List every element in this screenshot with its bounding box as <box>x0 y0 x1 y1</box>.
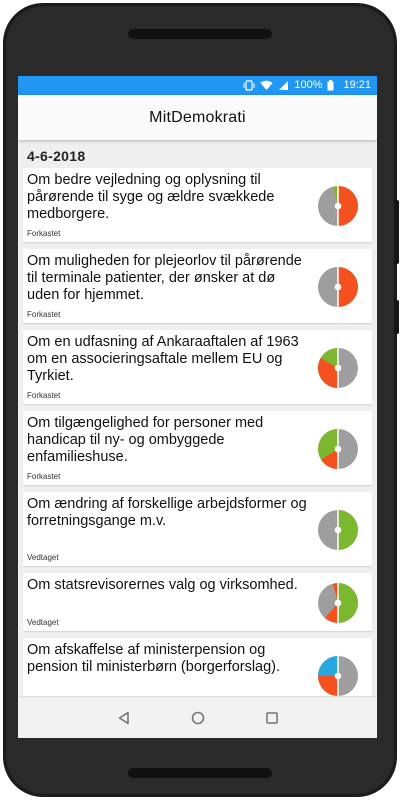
proposal-title: Om ændring af forskellige arbejdsformer … <box>27 496 307 529</box>
battery-percentage: 100% <box>294 79 323 91</box>
proposal-card[interactable]: Om muligheden for plejeorlov til pårøren… <box>23 249 372 323</box>
proposal-title: Om en udfasning af Ankaraaftalen af 1963… <box>27 334 299 384</box>
recents-button[interactable] <box>260 706 284 730</box>
proposal-title: Om statsrevisorernes valg og virksomhed. <box>27 577 298 593</box>
proposal-status: Forkastet <box>27 310 61 319</box>
volume-button[interactable] <box>394 200 399 264</box>
proposal-card[interactable]: Om statsrevisorernes valg og virksomhed.… <box>23 573 372 631</box>
proposal-title: Om afskaffelse af ministerpension og pen… <box>27 642 281 675</box>
proposal-card[interactable]: Om tilgængelighed for personer med handi… <box>23 411 372 485</box>
signal-icon <box>278 80 289 91</box>
system-nav-bar <box>18 696 377 738</box>
vote-pie-chart <box>318 509 358 551</box>
app-bar: MitDemokrati <box>18 95 377 140</box>
proposal-title: Om muligheden for plejeorlov til pårøren… <box>27 253 302 303</box>
phone-frame: 100% 19:21 MitDemokrati 4-6-2018 Om bedr… <box>0 0 400 800</box>
proposal-status: Vedtaget <box>27 553 59 562</box>
recents-square-icon <box>266 712 278 724</box>
proposal-status: Forkastet <box>27 391 61 400</box>
proposal-status: Forkastet <box>27 229 61 238</box>
proposal-list[interactable]: 4-6-2018 Om bedre vejledning og oplysnin… <box>18 140 377 696</box>
top-speaker <box>128 29 272 39</box>
vote-pie-chart <box>318 185 358 227</box>
wifi-icon <box>260 80 273 91</box>
proposal-status: Forkastet <box>27 472 61 481</box>
vibrate-icon <box>243 79 255 91</box>
proposal-card[interactable]: Om afskaffelse af ministerpension og pen… <box>23 638 372 696</box>
proposal-status: Vedtaget <box>27 618 59 627</box>
proposal-title: Om bedre vejledning og oplysning til pår… <box>27 172 275 222</box>
vote-pie-chart <box>318 655 358 696</box>
bottom-speaker <box>128 768 272 778</box>
screen: 100% 19:21 MitDemokrati 4-6-2018 Om bedr… <box>18 76 377 738</box>
back-triangle-icon <box>118 711 129 725</box>
vote-pie-chart <box>318 347 358 389</box>
vote-pie-chart <box>318 266 358 308</box>
status-bar: 100% 19:21 <box>18 76 377 95</box>
power-button[interactable] <box>394 300 399 334</box>
clock: 19:21 <box>343 79 371 91</box>
back-button[interactable] <box>112 706 136 730</box>
proposal-card[interactable]: Om en udfasning af Ankaraaftalen af 1963… <box>23 330 372 404</box>
proposal-card[interactable]: Om ændring af forskellige arbejdsformer … <box>23 492 372 566</box>
vote-pie-chart <box>318 428 358 470</box>
battery-icon <box>327 79 334 91</box>
status-icons: 100% 19:21 <box>243 79 371 91</box>
home-circle-icon <box>191 711 205 725</box>
date-header: 4-6-2018 <box>27 148 86 164</box>
proposal-title: Om tilgængelighed for personer med handi… <box>27 415 264 465</box>
vote-pie-chart <box>318 582 358 624</box>
app-title: MitDemokrati <box>149 109 246 126</box>
proposal-card[interactable]: Om bedre vejledning og oplysning til pår… <box>23 168 372 242</box>
home-button[interactable] <box>186 706 210 730</box>
